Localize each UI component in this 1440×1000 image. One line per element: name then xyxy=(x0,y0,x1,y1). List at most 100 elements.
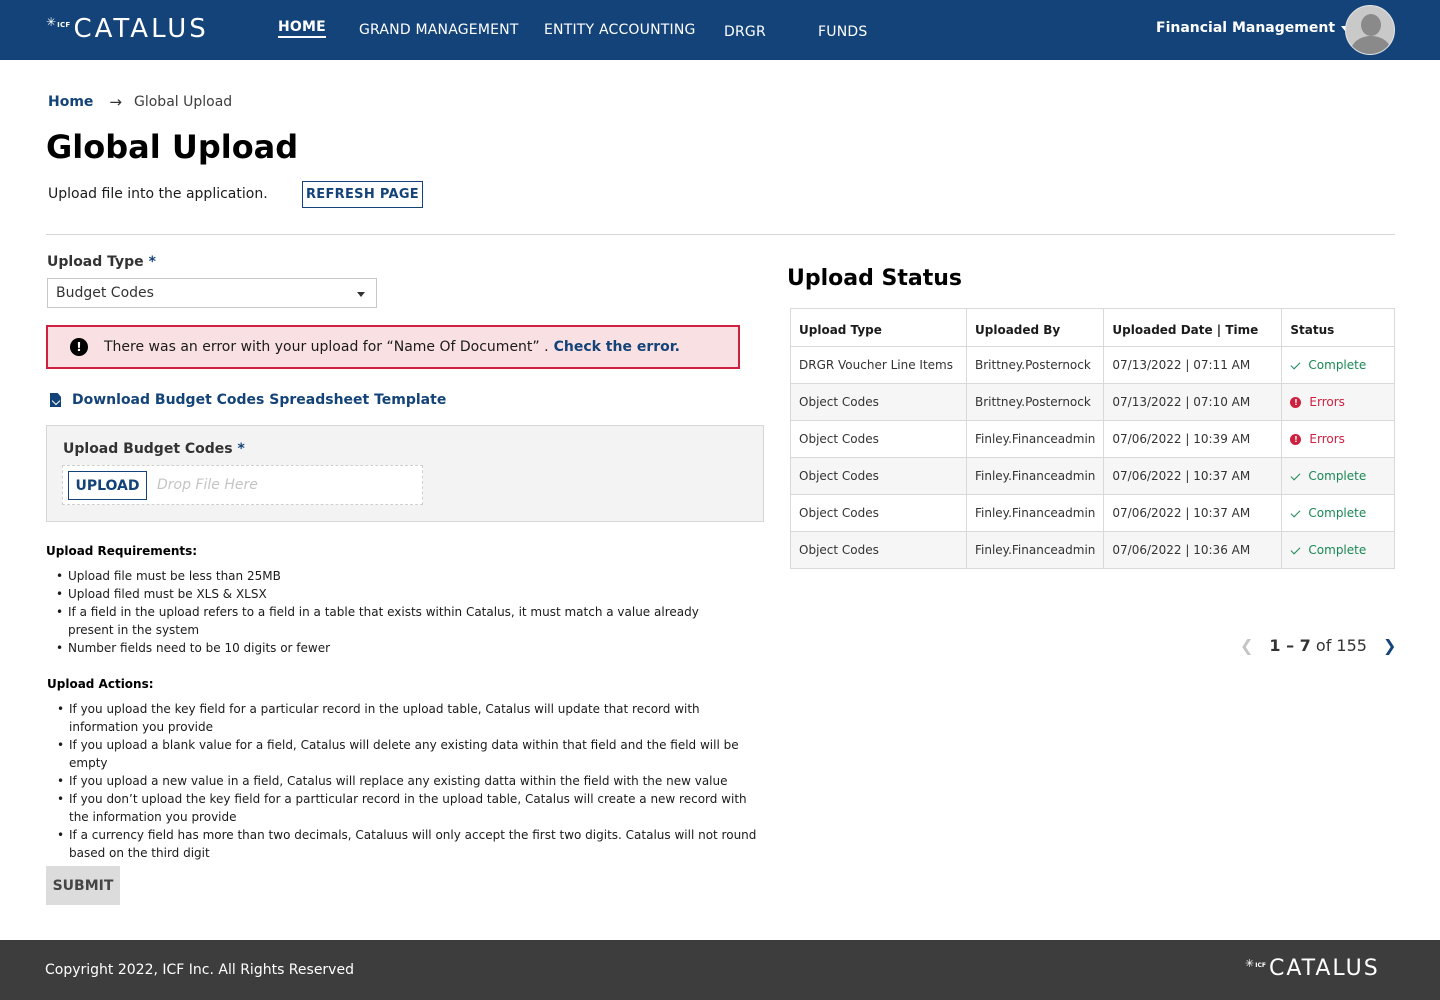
breadcrumb: Home → Global Upload xyxy=(48,93,232,111)
column-header-uploaded-date[interactable]: Uploaded Date | Time xyxy=(1103,308,1283,347)
pagination-of: of xyxy=(1315,636,1332,655)
footer-catalus-logo: ✳ ICF CATALUS xyxy=(1245,956,1380,984)
status-text: Complete xyxy=(1308,506,1367,520)
cell-uploaded-datetime: 07/06/2022 | 10:37 AM xyxy=(1103,457,1283,495)
footer: Copyright 2022, ICF Inc. All Rights Rese… xyxy=(0,940,1440,1000)
table-row[interactable]: Object Codes Finley.Financeadmin 07/06/2… xyxy=(790,494,1395,532)
nav-grand-management[interactable]: GRAND MANAGEMENT xyxy=(359,22,519,38)
pagination: ❮ 1 – 7 of 155 ❯ xyxy=(1240,636,1396,655)
refresh-page-button[interactable]: REFRESH PAGE xyxy=(302,181,423,208)
submit-button[interactable]: SUBMIT xyxy=(46,866,120,905)
check-icon xyxy=(1290,359,1301,370)
top-navigation-bar: ✳ ICF CATALUS HOME GRAND MANAGEMENT ENTI… xyxy=(0,0,1440,60)
upload-type-value: Budget Codes xyxy=(56,285,154,301)
cell-upload-type: Object Codes xyxy=(790,383,967,421)
required-asterisk: * xyxy=(237,441,245,457)
table-row[interactable]: Object Codes Finley.Financeadmin 07/06/2… xyxy=(790,420,1395,458)
cell-uploaded-datetime: 07/13/2022 | 07:10 AM xyxy=(1103,383,1283,421)
status-text: Complete xyxy=(1308,543,1367,557)
table-row[interactable]: DRGR Voucher Line Items Brittney.Postern… xyxy=(790,346,1395,384)
brand-name: CATALUS xyxy=(73,14,209,44)
page-subtitle: Upload file into the application. xyxy=(48,186,268,202)
table-row[interactable]: Object Codes Finley.Financeadmin 07/06/2… xyxy=(790,457,1395,495)
table-row[interactable]: Object Codes Brittney.Posternock 07/13/2… xyxy=(790,383,1395,421)
list-item: If you upload a blank value for a field,… xyxy=(48,736,760,772)
sparkle-icon: ✳ xyxy=(1245,957,1255,970)
nav-home[interactable]: HOME xyxy=(278,19,326,38)
avatar-shoulders-shape xyxy=(1351,36,1391,54)
status-text: Complete xyxy=(1308,469,1367,483)
cell-upload-type: Object Codes xyxy=(790,494,967,532)
upload-type-label: Upload Type * xyxy=(47,254,156,270)
nav-drgr[interactable]: DRGR xyxy=(724,24,766,40)
drop-file-placeholder: Drop File Here xyxy=(157,477,258,493)
cell-status: Complete xyxy=(1281,531,1395,569)
footer-brand-name: CATALUS xyxy=(1268,956,1380,981)
upload-budget-codes-label: Upload Budget Codes * xyxy=(63,441,245,457)
list-item: If you upload a new value in a field, Ca… xyxy=(48,772,760,790)
check-icon xyxy=(1290,507,1301,518)
status-text: Complete xyxy=(1308,358,1367,372)
pagination-total: 155 xyxy=(1336,636,1367,655)
avatar[interactable] xyxy=(1345,5,1395,55)
list-item: Upload filed must be XLS & XLSX xyxy=(47,585,747,603)
cell-uploaded-datetime: 07/06/2022 | 10:37 AM xyxy=(1103,494,1283,532)
upload-button[interactable]: UPLOAD xyxy=(68,471,147,500)
column-header-status[interactable]: Status xyxy=(1281,308,1395,347)
upload-actions-heading: Upload Actions: xyxy=(47,677,154,691)
error-icon: ! xyxy=(1290,397,1302,408)
user-menu-label: Financial Management xyxy=(1156,20,1336,36)
upload-status-title: Upload Status xyxy=(787,266,963,291)
cell-uploaded-by: Finley.Financeadmin xyxy=(965,457,1105,495)
check-icon xyxy=(1290,544,1301,555)
nav-funds[interactable]: FUNDS xyxy=(818,24,867,40)
check-icon xyxy=(1290,470,1301,481)
section-divider xyxy=(46,234,1395,235)
status-text[interactable]: Errors xyxy=(1309,395,1345,409)
check-error-link[interactable]: Check the error. xyxy=(554,339,680,355)
cell-uploaded-by: Finley.Financeadmin xyxy=(965,420,1105,458)
breadcrumb-current: Global Upload xyxy=(134,94,233,110)
upload-status-table: Upload Type Uploaded By Uploaded Date | … xyxy=(790,308,1395,569)
column-header-upload-type[interactable]: Upload Type xyxy=(790,308,967,347)
brand-prefix: ICF xyxy=(57,21,71,29)
cell-uploaded-datetime: 07/06/2022 | 10:36 AM xyxy=(1103,531,1283,569)
table-header-row: Upload Type Uploaded By Uploaded Date | … xyxy=(790,308,1395,347)
list-item: Upload file must be less than 25MB xyxy=(47,567,747,585)
cell-status: Complete xyxy=(1281,494,1395,532)
cell-upload-type: Object Codes xyxy=(790,420,967,458)
cell-uploaded-by: Finley.Financeadmin xyxy=(965,531,1105,569)
table-row[interactable]: Object Codes Finley.Financeadmin 07/06/2… xyxy=(790,531,1395,569)
list-item: Number fields need to be 10 digits or fe… xyxy=(47,639,747,657)
copyright-text: Copyright 2022, ICF Inc. All Rights Rese… xyxy=(45,962,354,978)
upload-requirements-heading: Upload Requirements: xyxy=(46,544,198,558)
cell-status: Complete xyxy=(1281,457,1395,495)
error-icon: ! xyxy=(70,338,88,356)
chevron-left-icon[interactable]: ❮ xyxy=(1240,636,1253,655)
chevron-right-icon[interactable]: ❯ xyxy=(1383,636,1396,655)
upload-actions-list: If you upload the key field for a partic… xyxy=(48,700,760,862)
status-text[interactable]: Errors xyxy=(1309,432,1345,446)
list-item: If you don’t upload the key field for a … xyxy=(48,790,760,826)
error-icon: ! xyxy=(1290,434,1302,445)
upload-requirements-list: Upload file must be less than 25MB Uploa… xyxy=(47,567,747,657)
cell-uploaded-datetime: 07/13/2022 | 07:11 AM xyxy=(1103,346,1283,384)
list-item: If a field in the upload refers to a fie… xyxy=(47,603,747,639)
column-header-uploaded-by[interactable]: Uploaded By xyxy=(965,308,1105,347)
cell-upload-type: Object Codes xyxy=(790,531,967,569)
cell-status: ! Errors xyxy=(1281,383,1395,421)
download-template-link[interactable]: Download Budget Codes Spreadsheet Templa… xyxy=(50,392,446,408)
footer-brand-prefix: ICF xyxy=(1255,962,1266,969)
download-template-label: Download Budget Codes Spreadsheet Templa… xyxy=(72,392,447,408)
pagination-range: 1 – 7 xyxy=(1269,636,1311,655)
nav-entity-accounting[interactable]: ENTITY ACCOUNTING xyxy=(544,22,696,38)
required-asterisk: * xyxy=(148,254,156,270)
cell-upload-type: Object Codes xyxy=(790,457,967,495)
user-menu-dropdown[interactable]: Financial Management xyxy=(1156,20,1350,36)
catalus-logo[interactable]: ✳ ICF CATALUS xyxy=(46,14,209,47)
error-alert: ! There was an error with your upload fo… xyxy=(46,325,740,369)
breadcrumb-home-link[interactable]: Home xyxy=(48,94,93,110)
upload-type-select[interactable]: Budget Codes xyxy=(47,278,377,308)
upload-file-label-text: Upload Budget Codes xyxy=(63,441,233,457)
cell-status: ! Errors xyxy=(1281,420,1395,458)
